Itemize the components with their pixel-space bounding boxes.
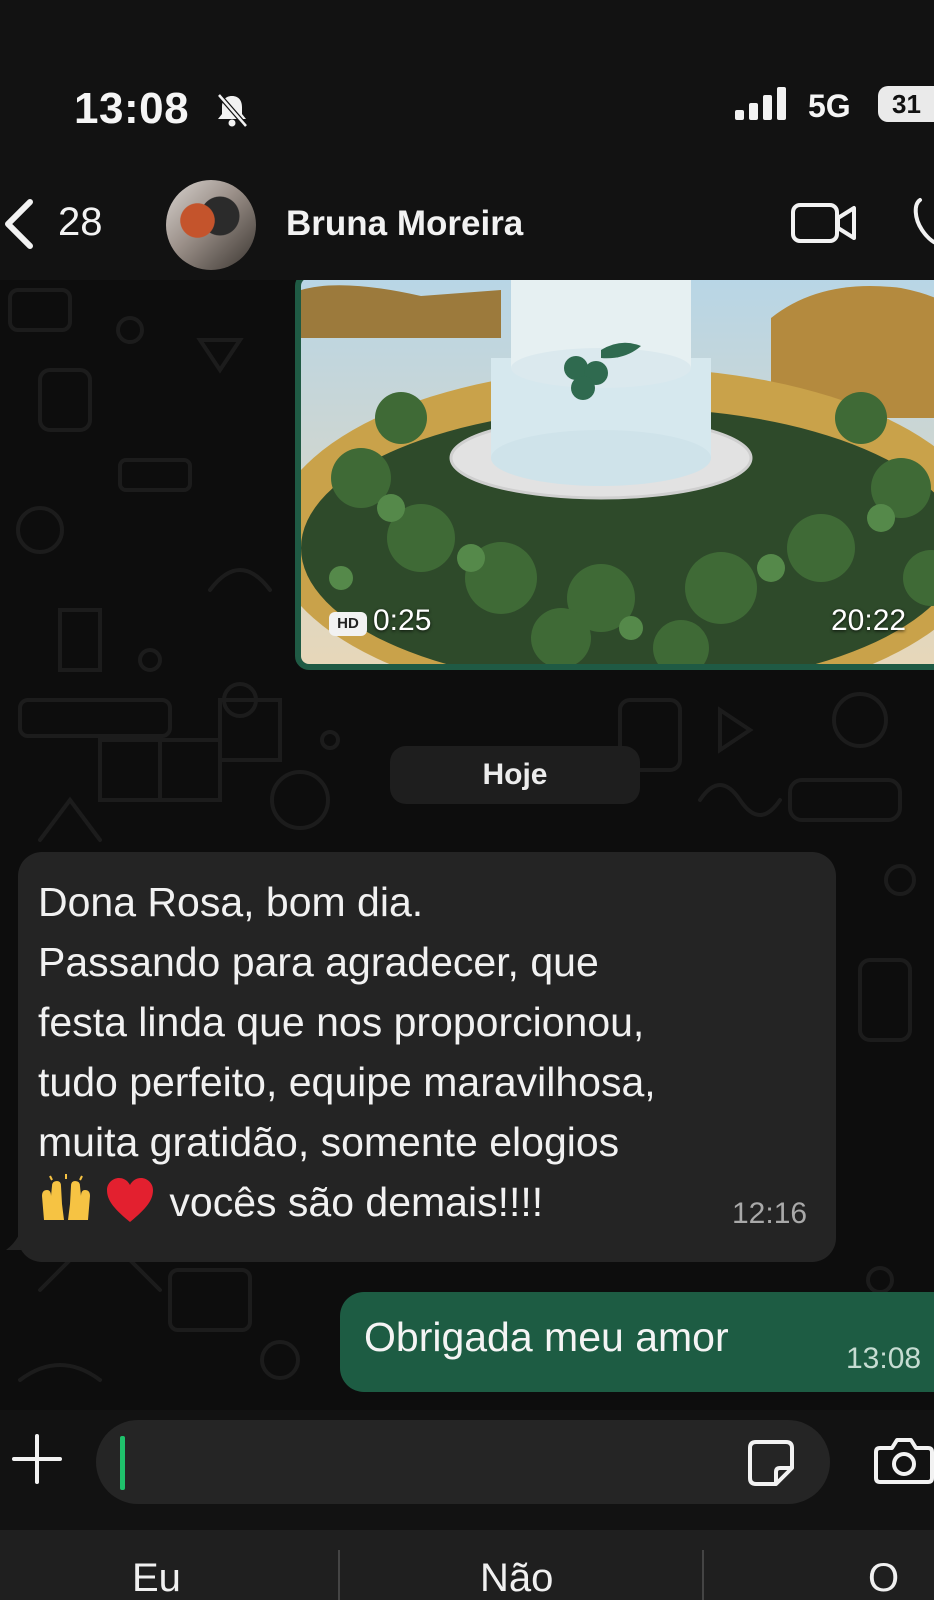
suggestion-item[interactable]: Eu [132,1556,181,1600]
status-time: 13:08 [74,84,190,133]
network-type: 5G [808,88,851,124]
back-unread-count[interactable]: 28 [58,200,103,245]
red-heart-emoji-icon [107,1178,154,1222]
outgoing-message-time: 13:08 [846,1342,922,1375]
message-input-bar [0,1410,934,1530]
suggestion-divider [702,1550,704,1600]
sticker-icon[interactable] [746,1438,796,1488]
raising-hands-emoji-icon [42,1174,90,1220]
outgoing-message-text: Obrigada meu amor [364,1314,729,1360]
text-caret [120,1436,125,1490]
chat-area[interactable]: HD 0:25 20:22 Hoje Dona Rosa, bom dia. P… [0,280,934,1410]
video-message-time: 20:22 [831,604,907,637]
message-input[interactable] [96,1420,830,1504]
incoming-message-time: 12:16 [732,1197,808,1230]
signal-bars-icon [735,87,786,120]
suggestion-divider [338,1550,340,1600]
message-line: muita gratidão, somente elogios [38,1119,620,1165]
suggestion-item[interactable]: Não [480,1556,553,1600]
message-line-with-emojis: vocês são demais!!!! [38,1172,808,1232]
camera-icon[interactable] [874,1436,934,1484]
message-line-text: vocês são demais!!!! [169,1179,544,1225]
hd-badge: HD [329,612,367,636]
battery-indicator: 31 [878,86,934,122]
contact-avatar[interactable] [166,180,256,270]
keyboard-suggestion-bar: Eu Não O [0,1530,934,1600]
message-line: Passando para agradecer, que [38,939,599,985]
video-duration: 0:25 [373,604,432,637]
video-call-icon[interactable] [790,198,858,248]
plus-icon[interactable] [10,1432,64,1486]
incoming-message[interactable]: Dona Rosa, bom dia. Passando para agrade… [18,852,836,1262]
date-separator: Hoje [390,746,640,804]
message-line: tudo perfeito, equipe maravilhosa, [38,1059,656,1105]
message-line: Dona Rosa, bom dia. [38,879,424,925]
message-line: festa linda que nos proporcionou, [38,999,645,1045]
bell-muted-icon [217,93,248,128]
back-chevron-icon[interactable] [2,198,34,250]
outgoing-message[interactable]: Obrigada meu amor 13:08 [340,1292,934,1392]
video-message[interactable]: HD 0:25 20:22 [295,280,934,670]
status-bar: 13:08 5G 31 [0,0,934,170]
suggestion-item[interactable]: O [868,1556,899,1600]
phone-call-icon[interactable] [912,194,934,250]
chat-header: 28 Bruna Moreira [0,170,934,280]
contact-name[interactable]: Bruna Moreira [286,204,523,244]
incoming-message-text: Dona Rosa, bom dia. Passando para agrade… [38,872,808,1232]
